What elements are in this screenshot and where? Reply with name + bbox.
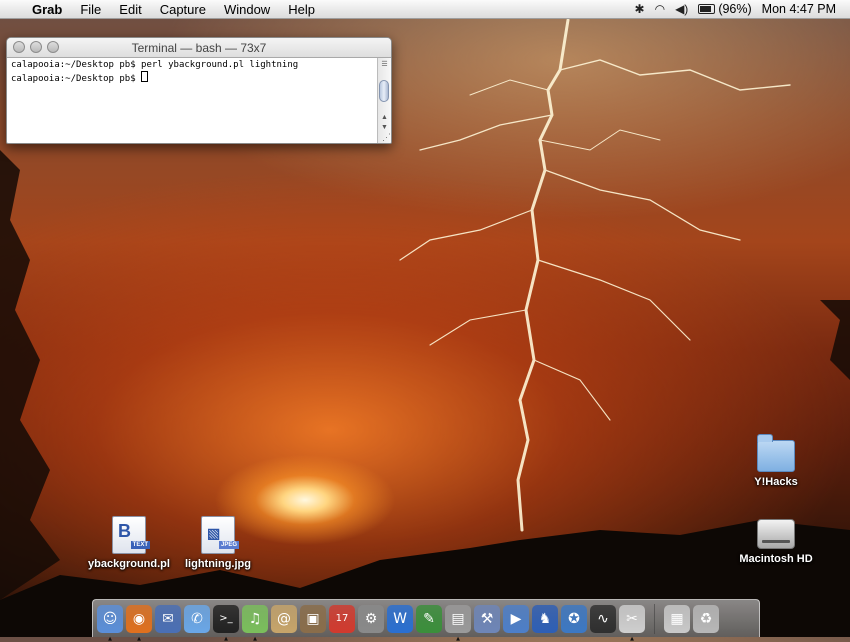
- hard-drive-icon: [757, 519, 795, 549]
- resize-grip-icon[interactable]: ⋰: [379, 131, 391, 143]
- mplayer-icon[interactable]: ▶: [503, 604, 529, 633]
- menu-window[interactable]: Window: [215, 2, 279, 17]
- system-preferences-icon[interactable]: ⚙: [358, 604, 384, 633]
- menu-edit[interactable]: Edit: [110, 2, 150, 17]
- itunes-icon[interactable]: ♫: [242, 604, 268, 633]
- folder-icon: [757, 434, 795, 472]
- terminal-window[interactable]: Terminal — bash — 73x7 calapooia:~/Deskt…: [6, 37, 392, 144]
- text-cursor: [141, 71, 149, 82]
- terminal-title: Terminal — bash — 73x7: [131, 40, 267, 55]
- file-type-badge: JPEG: [218, 541, 239, 549]
- window-controls: [13, 41, 59, 53]
- desktop-icon-lightning[interactable]: ▧ JPEG lightning.jpg: [163, 516, 273, 570]
- scroll-down-arrow-icon[interactable]: ▼: [378, 124, 391, 131]
- iphoto-icon[interactable]: ▣: [300, 604, 326, 633]
- terminal-titlebar[interactable]: Terminal — bash — 73x7: [7, 38, 391, 58]
- battery-icon: [698, 4, 716, 14]
- volume-icon[interactable]: ◀): [675, 2, 688, 16]
- ical-icon[interactable]: 17: [329, 604, 355, 633]
- cyberduck-icon[interactable]: ♞: [532, 604, 558, 633]
- menu-app-grab[interactable]: Grab: [28, 2, 71, 17]
- jpeg-document-icon: ▧ JPEG: [201, 516, 239, 554]
- desktop-icon-label: Y!Hacks: [754, 476, 798, 488]
- dock: ☺◉✉✆>_♫@▣17⚙W✎▤⚒▶♞✪∿✂ ▦♻: [92, 599, 760, 637]
- documents-stack-icon[interactable]: ▦: [664, 604, 690, 633]
- fugu-icon[interactable]: ✪: [561, 604, 587, 633]
- desktop-icon-label: lightning.jpg: [185, 558, 251, 570]
- menu-bar: Grab File Edit Capture Window Help ✱ ◠ ◀…: [0, 0, 850, 19]
- menu-capture[interactable]: Capture: [151, 2, 215, 17]
- zoom-button[interactable]: [47, 41, 59, 53]
- desktop-icon-label: Macintosh HD: [739, 553, 813, 565]
- status-area: ✱ ◠ ◀) (96%) Mon 4:47 PM: [635, 2, 850, 16]
- battery-menu[interactable]: (96%): [698, 2, 752, 16]
- scroll-lines-icon: ☰: [381, 61, 388, 68]
- ichat-icon[interactable]: ✆: [184, 604, 210, 633]
- menu-help[interactable]: Help: [279, 2, 324, 17]
- word-icon[interactable]: W: [387, 604, 413, 633]
- menu-clock[interactable]: Mon 4:47 PM: [762, 2, 836, 16]
- wifi-icon[interactable]: ◠: [655, 2, 665, 16]
- terminal-line: calapooia:~/Desktop pb$: [11, 71, 373, 85]
- script-editor-icon[interactable]: ✎: [416, 604, 442, 633]
- desktop-icon-yhacks[interactable]: Y!Hacks: [721, 434, 831, 488]
- terminal-prompt: calapooia:~/Desktop pb$: [11, 74, 142, 84]
- finder-icon[interactable]: ☺: [97, 604, 123, 633]
- close-button[interactable]: [13, 41, 25, 53]
- terminal-icon[interactable]: >_: [213, 604, 239, 633]
- battery-percentage: (96%): [718, 2, 752, 16]
- menu-file[interactable]: File: [71, 2, 110, 17]
- terminal-content[interactable]: calapooia:~/Desktop pb$ perl ybackground…: [7, 58, 377, 143]
- xcode-icon[interactable]: ⚒: [474, 604, 500, 633]
- grab-icon[interactable]: ✂: [619, 604, 645, 633]
- minimize-button[interactable]: [30, 41, 42, 53]
- perl-document-icon: B TEXT: [112, 516, 150, 554]
- activity-monitor-icon[interactable]: ∿: [590, 604, 616, 633]
- preview-icon[interactable]: ▤: [445, 604, 471, 633]
- thunderbird-icon[interactable]: ✉: [155, 604, 181, 633]
- file-type-badge: TEXT: [130, 541, 150, 549]
- dock-separator: [654, 603, 655, 634]
- bluetooth-icon[interactable]: ✱: [635, 2, 645, 16]
- firefox-icon[interactable]: ◉: [126, 604, 152, 633]
- trash-icon[interactable]: ♻: [693, 604, 719, 633]
- scroll-up-arrow-icon[interactable]: ▲: [378, 114, 391, 121]
- address-book-icon[interactable]: @: [271, 604, 297, 633]
- scroll-thumb[interactable]: [379, 80, 389, 102]
- terminal-line: calapooia:~/Desktop pb$ perl ybackground…: [11, 60, 299, 70]
- desktop-icon-macintosh-hd[interactable]: Macintosh HD: [721, 513, 831, 565]
